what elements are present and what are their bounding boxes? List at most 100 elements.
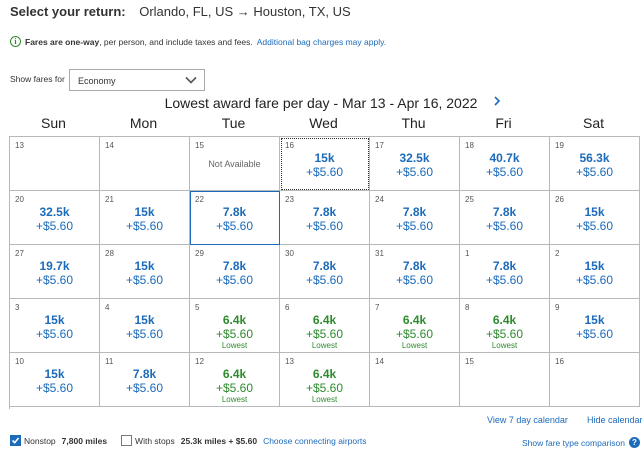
day-number: 24: [375, 195, 384, 204]
checkbox-checked-icon: [11, 437, 20, 444]
fare-tax: +$5.60: [305, 165, 344, 179]
day-number: 20: [15, 195, 24, 204]
fare-miles: 6.4k: [312, 313, 337, 327]
fares-for-label: Show fares for: [10, 74, 65, 84]
calendar-day-cell[interactable]: 10 15k +$5.60: [10, 353, 100, 407]
fare-tax: +$5.60: [125, 381, 164, 395]
day-number: 10: [15, 357, 24, 366]
fare-tax: +$5.60: [485, 327, 524, 341]
fare-miles: 7.8k: [312, 259, 337, 273]
chevron-right-icon[interactable]: [492, 94, 502, 112]
connecting-airports-link[interactable]: Choose connecting airports: [263, 436, 366, 446]
dow-tue: Tue: [221, 115, 246, 131]
route-text: Orlando, FL, US → Houston, TX, US: [139, 4, 351, 19]
day-number: 5: [195, 303, 200, 312]
calendar-day-cell[interactable]: 12 6.4k +$5.60 Lowest: [190, 353, 280, 407]
cabin-select[interactable]: Economy: [69, 69, 205, 91]
fare-tax: +$5.60: [395, 165, 434, 179]
day-number: 27: [15, 249, 24, 258]
calendar-day-cell[interactable]: 15: [460, 353, 550, 407]
calendar-day-cell[interactable]: 13: [10, 137, 100, 191]
fare-tax: +$5.60: [575, 327, 614, 341]
calendar-day-cell[interactable]: 19 56.3k +$5.60: [550, 137, 640, 191]
calendar-day-cell[interactable]: 14: [370, 353, 460, 407]
nonstop-label: Nonstop: [24, 435, 56, 446]
calendar-day-cell[interactable]: 23 7.8k +$5.60: [280, 191, 370, 245]
calendar-day-cell[interactable]: 7 6.4k +$5.60 Lowest: [370, 299, 460, 353]
calendar-day-cell[interactable]: 8 6.4k +$5.60 Lowest: [460, 299, 550, 353]
dow-wed: Wed: [309, 115, 338, 131]
fare-miles: 15k: [44, 313, 65, 327]
calendar-day-cell[interactable]: 15 Not Available: [190, 137, 280, 191]
fare-tax: +$5.60: [395, 327, 434, 341]
fare-notice: i Fares are one-way , per person, and in…: [10, 36, 386, 47]
hide-calendar-link[interactable]: Hide calendar: [587, 415, 642, 425]
calendar-day-cell[interactable]: 27 19.7k +$5.60: [10, 245, 100, 299]
bag-charges-link[interactable]: Additional bag charges may apply.: [257, 37, 386, 47]
calendar-grid: 13 14 15 Not Available 16 15k +$5.60 17 32.5k +$5…: [9, 136, 640, 409]
fare-comparison-link[interactable]: Show fare type comparison ?: [522, 437, 640, 448]
calendar-day-cell[interactable]: 22 7.8k +$5.60: [190, 191, 280, 245]
day-number: 6: [285, 303, 290, 312]
calendar-day-cell[interactable]: 13 6.4k +$5.60 Lowest: [280, 353, 370, 407]
calendar-day-cell[interactable]: 18 40.7k +$5.60: [460, 137, 550, 191]
fare-miles: 15k: [584, 259, 605, 273]
day-number: 8: [465, 303, 470, 312]
calendar-day-cell[interactable]: 26 15k +$5.60: [550, 191, 640, 245]
view-7-day-link[interactable]: View 7 day calendar: [487, 415, 568, 425]
calendar-day-cell[interactable]: 30 7.8k +$5.60: [280, 245, 370, 299]
day-number: 29: [195, 249, 204, 258]
fare-tax: +$5.60: [305, 219, 344, 233]
calendar-day-cell[interactable]: 1 7.8k +$5.60: [460, 245, 550, 299]
calendar-day-cell[interactable]: 6 6.4k +$5.60 Lowest: [280, 299, 370, 353]
with-stops-value: 25.3k miles + $5.60: [180, 435, 258, 446]
calendar-day-cell[interactable]: 17 32.5k +$5.60: [370, 137, 460, 191]
fare-tax: +$5.60: [575, 273, 614, 287]
fare-tax: +$5.60: [125, 273, 164, 287]
day-number: 21: [105, 195, 114, 204]
nonstop-checkbox[interactable]: [10, 435, 21, 446]
fare-miles: 7.8k: [402, 259, 427, 273]
calendar-day-cell[interactable]: 16 15k +$5.60: [280, 137, 370, 191]
with-stops-checkbox[interactable]: [121, 435, 133, 446]
fare-miles: 15k: [314, 151, 335, 165]
calendar-day-cell[interactable]: 31 7.8k +$5.60: [370, 245, 460, 299]
calendar-day-cell[interactable]: 2 15k +$5.60: [550, 245, 640, 299]
calendar-day-cell[interactable]: 28 15k +$5.60: [100, 245, 190, 299]
not-available-text: Not Available: [208, 159, 261, 169]
day-number: 4: [105, 303, 110, 312]
calendar-day-cell[interactable]: 14: [100, 137, 190, 191]
nonstop-value: 7,800 miles: [61, 435, 108, 446]
fare-tax: +$5.60: [125, 219, 164, 233]
fare-miles: 7.8k: [492, 205, 517, 219]
fare-tax: +$5.60: [305, 273, 344, 287]
fare-miles: 6.4k: [222, 313, 247, 327]
calendar-day-cell[interactable]: 16: [550, 353, 640, 407]
fare-miles: 15k: [134, 259, 155, 273]
calendar-day-cell[interactable]: 20 32.5k +$5.60: [10, 191, 100, 245]
calendar-day-cell[interactable]: 21 15k +$5.60: [100, 191, 190, 245]
calendar-day-cell[interactable]: 4 15k +$5.60: [100, 299, 190, 353]
fare-miles: 6.4k: [492, 313, 517, 327]
calendar-day-cell[interactable]: 5 6.4k +$5.60 Lowest: [190, 299, 280, 353]
day-number: 15: [465, 357, 474, 366]
fare-tax: +$5.60: [305, 327, 344, 341]
day-number: 26: [555, 195, 564, 204]
calendar-day-cell[interactable]: 25 7.8k +$5.60: [460, 191, 550, 245]
calendar-day-cell[interactable]: 11 7.8k +$5.60: [100, 353, 190, 407]
fare-tax: +$5.60: [215, 327, 254, 341]
calendar-day-cell[interactable]: 9 15k +$5.60: [550, 299, 640, 353]
day-number: 7: [375, 303, 380, 312]
fare-miles: 15k: [134, 313, 155, 327]
fare-miles: 7.8k: [312, 205, 337, 219]
fare-tax: +$5.60: [395, 273, 434, 287]
fare-miles: 15k: [584, 313, 605, 327]
fare-tax: +$5.60: [35, 219, 74, 233]
fare-tax: +$5.60: [125, 327, 164, 341]
calendar-day-cell[interactable]: 3 15k +$5.60: [10, 299, 100, 353]
calendar-day-cell[interactable]: 24 7.8k +$5.60: [370, 191, 460, 245]
calendar-day-cell[interactable]: 29 7.8k +$5.60: [190, 245, 280, 299]
lowest-badge: Lowest: [311, 341, 338, 350]
day-number: 12: [195, 357, 204, 366]
fare-tax: +$5.60: [395, 219, 434, 233]
